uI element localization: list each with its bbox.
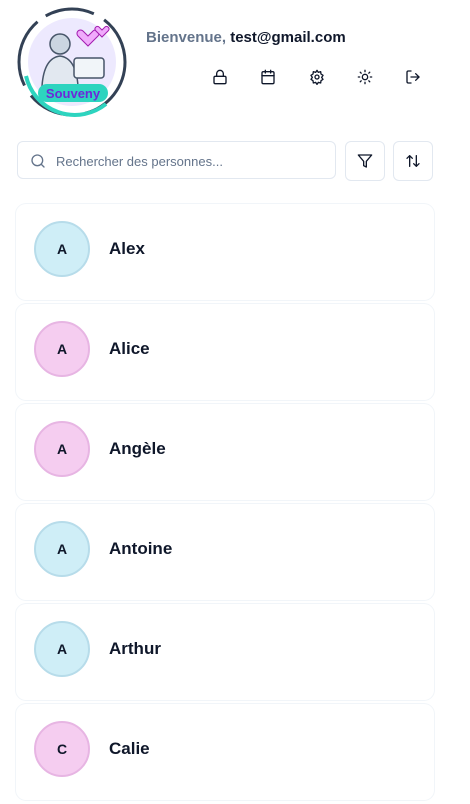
filter-button[interactable] [345, 141, 385, 181]
logout-button[interactable] [399, 64, 427, 90]
settings-button[interactable] [303, 64, 331, 90]
logo-graphic: Souveny [17, 7, 127, 117]
settings-icon [310, 69, 324, 85]
person-name: Antoine [109, 539, 173, 558]
person-name: Calie [109, 739, 150, 758]
person-card[interactable]: C Calie [16, 704, 434, 800]
souveny-logo[interactable]: Souveny [16, 6, 128, 118]
person-card[interactable]: A Antoine [16, 504, 434, 600]
theme-toggle-button[interactable] [351, 64, 379, 90]
calendar-icon [261, 69, 275, 85]
avatar: A [34, 421, 90, 477]
person-card[interactable]: A Angèle [16, 404, 434, 500]
lock-icon [213, 69, 227, 85]
avatar: A [34, 321, 90, 377]
person-card[interactable]: A Alice [16, 304, 434, 400]
lock-button[interactable] [206, 64, 234, 90]
avatar: A [34, 621, 90, 677]
user-email: test@gmail.com [230, 29, 346, 46]
logout-icon [406, 70, 420, 84]
person-card[interactable]: A Alex [16, 204, 434, 300]
filter-icon [357, 154, 373, 168]
avatar: A [34, 521, 90, 577]
calendar-button[interactable] [254, 64, 282, 90]
search-icon [31, 154, 45, 168]
person-name: Arthur [109, 639, 161, 658]
person-name: Alex [109, 239, 145, 258]
sun-icon [357, 69, 373, 85]
welcome-message: Bienvenue, test@gmail.com [146, 29, 346, 46]
person-name: Angèle [109, 439, 166, 458]
search-input[interactable] [54, 150, 328, 172]
people-list: A Alex A Alice A Angèle A Antoine A Arth… [16, 204, 434, 804]
app-header: Souveny Bienvenue, test@gmail.com [0, 0, 470, 125]
svg-text:Souveny: Souveny [46, 86, 101, 101]
person-card[interactable]: A Arthur [16, 604, 434, 700]
sort-icon [406, 155, 420, 167]
sort-button[interactable] [393, 141, 433, 181]
welcome-prefix: Bienvenue, [146, 29, 227, 46]
avatar: A [34, 221, 90, 277]
person-name: Alice [109, 339, 150, 358]
avatar: C [34, 721, 90, 777]
search-box[interactable] [17, 141, 336, 179]
